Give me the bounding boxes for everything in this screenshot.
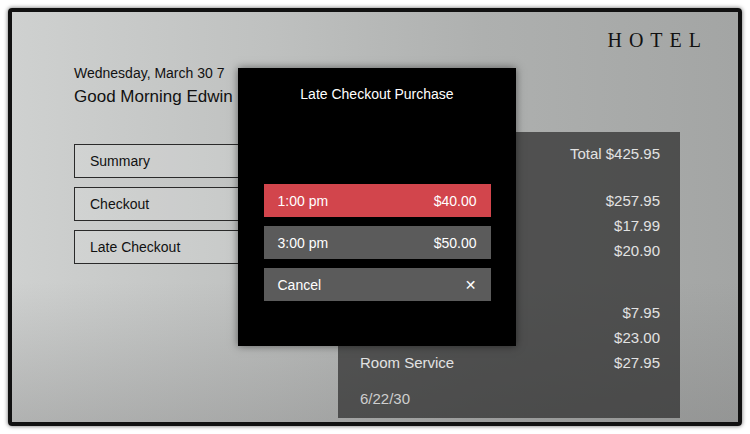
option-time: 3:00 pm [278,235,329,251]
menu-label: Summary [90,153,150,169]
option-price: $40.00 [434,193,477,209]
charge-amount: $23.00 [614,329,660,346]
hotel-logo: HOTEL [607,28,708,52]
checkout-option[interactable]: 3:00 pm $50.00 [264,226,491,259]
menu-label: Late Checkout [90,239,180,255]
charge-amount: $257.95 [606,192,660,209]
date-time: Wednesday, March 30 7 [74,65,264,82]
close-icon: ✕ [465,277,477,293]
late-checkout-dialog: Late Checkout Purchase 1:00 pm $40.00 3:00 … [238,68,516,346]
bill-date: 6/22/30 [360,389,660,409]
option-time: 1:00 pm [278,193,329,209]
dialog-title: Late Checkout Purchase [300,85,453,103]
cancel-button[interactable]: Cancel ✕ [264,268,491,301]
menu-button[interactable]: Checkout [74,187,264,221]
charge-amount: $7.95 [622,304,660,321]
charge-label: Room Service [360,354,454,371]
welcome-column: Wednesday, March 30 7 Good Morning Edwin S… [74,52,264,422]
charge-amount: $17.99 [614,217,660,234]
header: HOTEL [12,12,738,52]
charge-row: Room Service $27.95 [360,350,660,375]
screen: HOTEL Wednesday, March 30 7 Good Morning E… [8,8,742,426]
menu-button[interactable]: Summary [74,144,264,178]
menu-button[interactable]: Late Checkout [74,230,264,264]
option-price: $50.00 [434,235,477,251]
checkout-option[interactable]: 1:00 pm $40.00 [264,184,491,217]
greeting: Good Morning Edwin [74,86,264,107]
cancel-label: Cancel [278,277,322,293]
option-list: 1:00 pm $40.00 3:00 pm $50.00 Cancel ✕ [264,184,491,301]
charge-amount: $27.95 [614,354,660,371]
charge-amount: $20.90 [614,242,660,259]
menu: Summary Checkout Late Checkout [74,144,264,264]
menu-label: Checkout [90,196,149,212]
